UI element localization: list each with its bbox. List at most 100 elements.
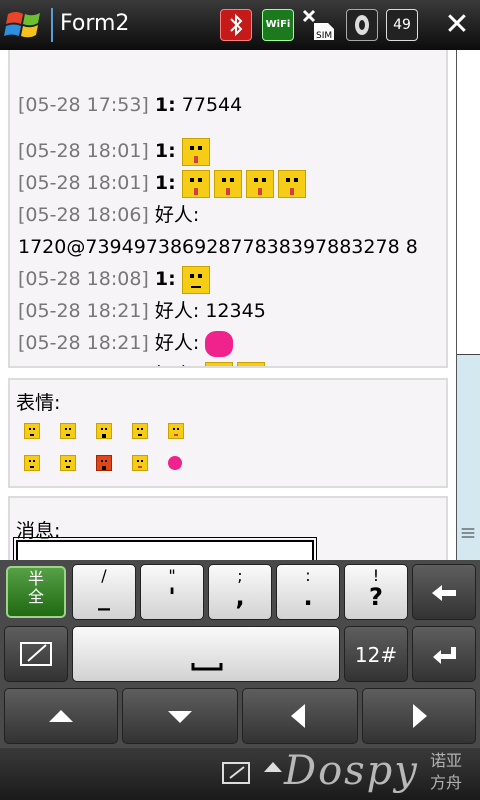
- message-timestamp: [05-28 18:21]: [18, 364, 149, 366]
- symbol-key[interactable]: / _: [72, 564, 136, 620]
- arrow-down-key[interactable]: [122, 688, 238, 744]
- bluetooth-icon[interactable]: [220, 9, 252, 41]
- message-sender: 好人:: [154, 204, 200, 226]
- backspace-icon: [432, 585, 456, 601]
- mad-face-icon[interactable]: [96, 454, 112, 471]
- enter-key[interactable]: [412, 626, 476, 682]
- window-title: Form2: [60, 11, 130, 36]
- mad-face-icon[interactable]: [96, 422, 112, 439]
- arrow-left-key[interactable]: [242, 688, 358, 744]
- tongue-face-icon[interactable]: [132, 454, 148, 471]
- key-main-symbol: ?: [369, 583, 383, 611]
- emoticon-option[interactable]: [96, 420, 112, 439]
- chat-message: [05-28 18:08] 1:: [18, 264, 214, 294]
- blob-emoticon-icon: [205, 330, 234, 357]
- form-content: [05-28 17:53] 1: 77544 [05-28 18:01] 1: […: [0, 50, 480, 560]
- title-separator: [51, 8, 53, 42]
- input-menu-caret-icon[interactable]: [264, 762, 282, 772]
- arrow-up-icon: [49, 710, 73, 722]
- space-key[interactable]: [72, 626, 340, 682]
- tongue-face-icon: [181, 137, 210, 166]
- number-symbol-key[interactable]: 12#: [344, 626, 408, 682]
- emoticon-option[interactable]: [132, 452, 148, 471]
- message-text: 12345: [205, 300, 266, 322]
- handwriting-key[interactable]: [4, 626, 68, 682]
- half-full-width-toggle[interactable]: 半 全: [6, 566, 66, 618]
- watermark-logo: Dospy: [284, 748, 419, 794]
- no-sim-icon[interactable]: SIM: [302, 9, 338, 41]
- watermark-cn-line1: 诺亚: [430, 751, 463, 770]
- message-sender: 1:: [154, 172, 176, 194]
- key-main-symbol: _: [98, 583, 110, 611]
- space-icon: [191, 663, 223, 671]
- emoticon-panel: 表情:: [8, 378, 448, 488]
- message-sender: 1:: [154, 140, 176, 162]
- tongue-face-icon[interactable]: [168, 422, 184, 439]
- vertical-scrollbar[interactable]: — — —: [456, 50, 480, 560]
- frown-face-icon[interactable]: [132, 422, 148, 439]
- plain-face-icon[interactable]: [60, 454, 76, 471]
- frown-face-icon[interactable]: [24, 422, 40, 439]
- message-timestamp: [05-28 18:21]: [18, 300, 149, 322]
- ime-bottom-label: 全: [27, 587, 44, 606]
- message-sender: 好人:: [154, 300, 200, 322]
- emoticon-option[interactable]: [60, 420, 76, 439]
- tongue-face-icon: [181, 169, 210, 198]
- backspace-key[interactable]: [412, 564, 476, 620]
- arrow-up-key[interactable]: [4, 688, 118, 744]
- key-shift-symbol: !: [372, 566, 380, 585]
- input-panel-icon[interactable]: [222, 762, 250, 784]
- key-shift-symbol: :: [305, 566, 311, 585]
- symbol-key[interactable]: ;,: [208, 564, 272, 620]
- scroll-thumb[interactable]: — — —: [457, 354, 480, 560]
- message-sender: 好人:: [154, 332, 200, 354]
- message-panel: 消息:: [8, 496, 448, 560]
- symbol-key[interactable]: !?: [344, 564, 408, 620]
- message-timestamp: [05-28 18:01]: [18, 140, 149, 162]
- message-text: 77544: [181, 94, 243, 116]
- plain-face-icon[interactable]: [60, 422, 76, 439]
- message-sender: 好人:: [155, 364, 199, 366]
- emoticon-option[interactable]: [168, 420, 184, 439]
- soft-keyboard: 半 全 / _ " ';,:.!? 12#: [0, 560, 480, 748]
- key-shift-symbol: /: [101, 566, 107, 585]
- wifi-icon[interactable]: WiFi: [262, 9, 294, 41]
- tongue-face-icon: [277, 169, 306, 198]
- volume-icon[interactable]: [346, 9, 378, 41]
- message-input[interactable]: [13, 537, 317, 560]
- emoticon-option[interactable]: [24, 420, 40, 439]
- emoticon-label: 表情:: [16, 392, 61, 414]
- message-text: 1720@73949738692877838397883278 8: [18, 236, 418, 258]
- chat-log: [05-28 17:53] 1: 77544 [05-28 18:01] 1: […: [8, 50, 448, 368]
- key-main-symbol: ': [168, 583, 176, 611]
- handwriting-icon: [20, 642, 52, 666]
- chat-message: [05-28 18:01] 1:: [18, 136, 214, 166]
- close-button[interactable]: ✕: [440, 6, 474, 44]
- chat-message: [05-28 17:53] 1: 77544: [18, 90, 242, 120]
- bottom-bar: Dospy 诺亚 方舟: [0, 748, 480, 800]
- emoticon-option[interactable]: [96, 452, 112, 471]
- scroll-track[interactable]: [457, 50, 480, 354]
- frown-face-icon: [181, 265, 210, 294]
- tongue-face-icon: [245, 169, 274, 198]
- symbol-key[interactable]: " ': [140, 564, 204, 620]
- blob-emoticon-icon[interactable]: [168, 455, 182, 470]
- emoticon-option[interactable]: [24, 452, 40, 471]
- arrow-right-key[interactable]: [362, 688, 476, 744]
- symbol-key[interactable]: :.: [276, 564, 340, 620]
- grip-icon: — — —: [461, 521, 475, 545]
- emoticon-option[interactable]: [132, 420, 148, 439]
- windows-start-icon[interactable]: [4, 6, 44, 44]
- chat-message: [05-28 18:21] 好人:: [18, 328, 234, 358]
- key-main-symbol: .: [303, 583, 313, 611]
- key-shift-symbol: ;: [237, 566, 243, 585]
- emoticon-option[interactable]: [60, 452, 76, 471]
- arrow-right-icon: [413, 704, 427, 728]
- frown-face-icon: [237, 361, 266, 366]
- arrow-down-icon: [168, 711, 192, 723]
- message-timestamp: [05-28 18:08]: [18, 268, 149, 290]
- battery-icon[interactable]: 49: [386, 9, 418, 41]
- arrow-left-icon: [291, 704, 305, 728]
- emoticon-option[interactable]: [168, 452, 184, 470]
- shock-face-icon[interactable]: [24, 454, 40, 471]
